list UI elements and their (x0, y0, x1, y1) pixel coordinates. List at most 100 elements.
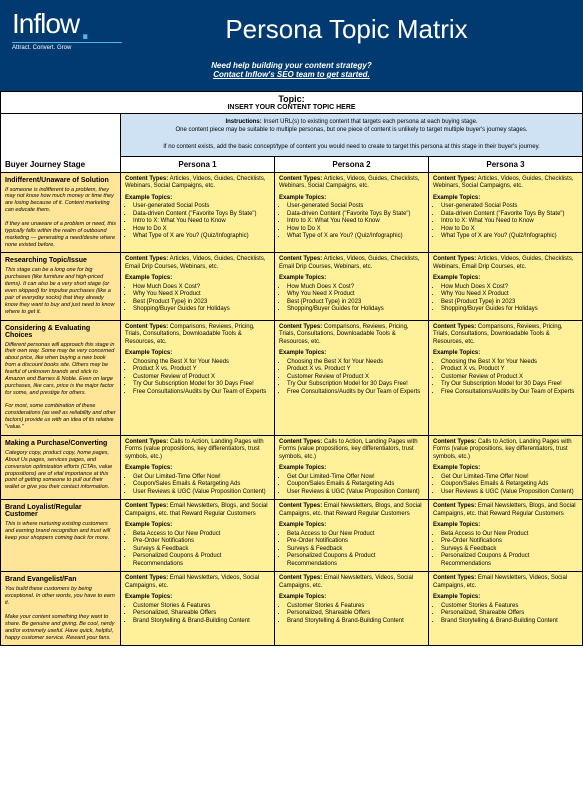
example-topics-list: Beta Access to Our New ProductPre-Order … (125, 531, 270, 569)
example-topics-list: Get Our Limited-Time Offer Now!Coupon/Sa… (125, 474, 270, 497)
example-topic-item: Try Our Subscription Model for 30 Days F… (441, 381, 578, 389)
example-topics-label: Example Topics: (279, 522, 424, 530)
content-types-label: Content Types: (125, 176, 168, 182)
example-topic-item: Why You Need X Product (441, 291, 578, 299)
example-topics-list: Get Our Limited-Time Offer Now!Coupon/Sa… (279, 474, 424, 497)
matrix-cell[interactable]: Content Types: Comparisons, Reviews, Pri… (121, 320, 275, 435)
example-topic-item: Choosing the Best X for Your Needs (287, 359, 424, 367)
example-topics-list: How Much Does X Cost?Why You Need X Prod… (279, 284, 424, 314)
stage-desc: If someone is indifferent to a problem, … (5, 187, 116, 249)
example-topic-item: User Reviews & UGC (Value Proposition Co… (441, 489, 578, 497)
topic-header: Topic: INSERT YOUR CONTENT TOPIC HERE (0, 91, 583, 113)
example-topics-label: Example Topics: (279, 195, 424, 203)
persona-1-header: Persona 1 (121, 156, 275, 172)
example-topics-list: Customer Stories & FeaturesPersonalized,… (279, 603, 424, 626)
stage-title: Brand Evangelist/Fan (5, 576, 116, 583)
example-topic-item: Shopping/Buyer Guides for Holidays (133, 306, 270, 314)
stage-row-label: Researching Topic/IssueThis stage can be… (1, 253, 121, 320)
example-topic-item: Personalized Coupons & Product Recommend… (441, 553, 578, 568)
matrix-cell[interactable]: Content Types: Email Newsletters, Blogs,… (275, 500, 429, 572)
stage-header: Buyer Journey Stage (1, 114, 121, 173)
matrix-cell[interactable]: Content Types: Articles, Videos, Guides,… (121, 172, 275, 253)
logo: Inflow. Attract. Convert. Grow (12, 8, 122, 51)
example-topics-label: Example Topics: (433, 195, 578, 203)
content-types-label: Content Types: (125, 256, 168, 262)
stage-desc: This stage can be a long one for big pur… (5, 267, 116, 315)
example-topics-list: How Much Does X Cost?Why You Need X Prod… (125, 284, 270, 314)
matrix-cell[interactable]: Content Types: Calls to Action, Landing … (121, 435, 275, 500)
matrix-cell[interactable]: Content Types: Calls to Action, Landing … (429, 435, 583, 500)
example-topic-item: Free Consultations/Audits by Our Team of… (441, 389, 578, 397)
example-topics-list: User-generated Social PostsData-driven C… (279, 203, 424, 241)
content-types-label: Content Types: (279, 439, 322, 445)
example-topic-item: Intro to X: What You Need to Know (287, 218, 424, 226)
example-topic-item: Customer Review of Product X (133, 374, 270, 382)
example-topic-item: Best {Product Type} in 2023 (133, 299, 270, 307)
stage-title: Making a Purchase/Converting (5, 440, 116, 447)
matrix-cell[interactable]: Content Types: Calls to Action, Landing … (275, 435, 429, 500)
content-types-label: Content Types: (125, 503, 168, 509)
example-topic-item: Free Consultations/Audits by Our Team of… (133, 389, 270, 397)
example-topics-label: Example Topics: (125, 522, 270, 530)
stage-desc: Different personas will approach this st… (5, 342, 116, 431)
matrix-cell[interactable]: Content Types: Email Newsletters, Videos… (429, 572, 583, 646)
content-types-label: Content Types: (279, 176, 322, 182)
matrix-cell[interactable]: Content Types: Email Newsletters, Blogs,… (121, 500, 275, 572)
example-topic-item: Customer Stories & Features (287, 603, 424, 611)
example-topics-label: Example Topics: (125, 275, 270, 283)
matrix-cell[interactable]: Content Types: Comparisons, Reviews, Pri… (429, 320, 583, 435)
example-topic-item: Personalized Coupons & Product Recommend… (133, 553, 270, 568)
example-topics-label: Example Topics: (279, 594, 424, 602)
example-topics-label: Example Topics: (433, 275, 578, 283)
example-topic-item: Get Our Limited-Time Offer Now! (441, 474, 578, 482)
matrix-cell[interactable]: Content Types: Articles, Videos, Guides,… (275, 253, 429, 320)
stage-desc: Category copy, product copy, home pages,… (5, 450, 116, 491)
example-topic-item: Shopping/Buyer Guides for Holidays (287, 306, 424, 314)
matrix-cell[interactable]: Content Types: Articles, Videos, Guides,… (429, 253, 583, 320)
example-topic-item: Personalized Coupons & Product Recommend… (287, 553, 424, 568)
persona-2-header: Persona 2 (275, 156, 429, 172)
topic-label: Topic: (1, 94, 582, 104)
header-subline-1: Need help building your content strategy… (12, 61, 571, 70)
example-topic-item: Beta Access to Our New Product (287, 531, 424, 539)
matrix-cell[interactable]: Content Types: Articles, Videos, Guides,… (429, 172, 583, 253)
example-topic-item: Coupon/Sales Emails & Retargeting Ads (287, 481, 424, 489)
example-topic-item: How to Do X (287, 226, 424, 234)
matrix-cell[interactable]: Content Types: Articles, Videos, Guides,… (275, 172, 429, 253)
instructions: Instructions: Insert URL(s) to existing … (121, 114, 583, 157)
matrix-cell[interactable]: Content Types: Email Newsletters, Videos… (275, 572, 429, 646)
example-topics-label: Example Topics: (279, 350, 424, 358)
example-topic-item: How Much Does X Cost? (133, 284, 270, 292)
topic-placeholder[interactable]: INSERT YOUR CONTENT TOPIC HERE (1, 104, 582, 111)
matrix-cell[interactable]: Content Types: Comparisons, Reviews, Pri… (275, 320, 429, 435)
content-types-label: Content Types: (279, 575, 322, 581)
matrix-cell[interactable]: Content Types: Email Newsletters, Videos… (121, 572, 275, 646)
example-topic-item: Customer Stories & Features (133, 603, 270, 611)
content-types-label: Content Types: (433, 575, 476, 581)
example-topics-label: Example Topics: (279, 465, 424, 473)
example-topics-label: Example Topics: (279, 275, 424, 283)
example-topic-item: Pre-Order Notifications (441, 538, 578, 546)
matrix-cell[interactable]: Content Types: Email Newsletters, Blogs,… (429, 500, 583, 572)
example-topic-item: Surveys & Feedback (287, 546, 424, 554)
example-topic-item: Choosing the Best X for Your Needs (133, 359, 270, 367)
example-topic-item: What Type of X are You? (Quiz/Infographi… (287, 233, 424, 241)
stage-row-label: Brand Loyalist/Regular CustomerThis is w… (1, 500, 121, 572)
example-topics-list: Choosing the Best X for Your NeedsProduc… (125, 359, 270, 397)
stage-title: Indifferent/Unaware of Solution (5, 177, 116, 184)
example-topic-item: Best {Product Type} in 2023 (441, 299, 578, 307)
header-subline-2-link[interactable]: Contact Inflow's SEO team to get started… (12, 70, 571, 79)
content-types-label: Content Types: (433, 324, 476, 330)
example-topic-item: Beta Access to Our New Product (133, 531, 270, 539)
example-topic-item: Product X vs. Product Y (441, 366, 578, 374)
example-topic-item: Shopping/Buyer Guides for Holidays (441, 306, 578, 314)
example-topics-list: Beta Access to Our New ProductPre-Order … (279, 531, 424, 569)
content-types-label: Content Types: (433, 256, 476, 262)
example-topic-item: Product X vs. Product Y (287, 366, 424, 374)
content-types-label: Content Types: (433, 176, 476, 182)
example-topic-item: Get Our Limited-Time Offer Now! (133, 474, 270, 482)
example-topic-item: Product X vs. Product Y (133, 366, 270, 374)
content-types-label: Content Types: (279, 324, 322, 330)
page-title: Persona Topic Matrix (122, 14, 571, 45)
matrix-cell[interactable]: Content Types: Articles, Videos, Guides,… (121, 253, 275, 320)
